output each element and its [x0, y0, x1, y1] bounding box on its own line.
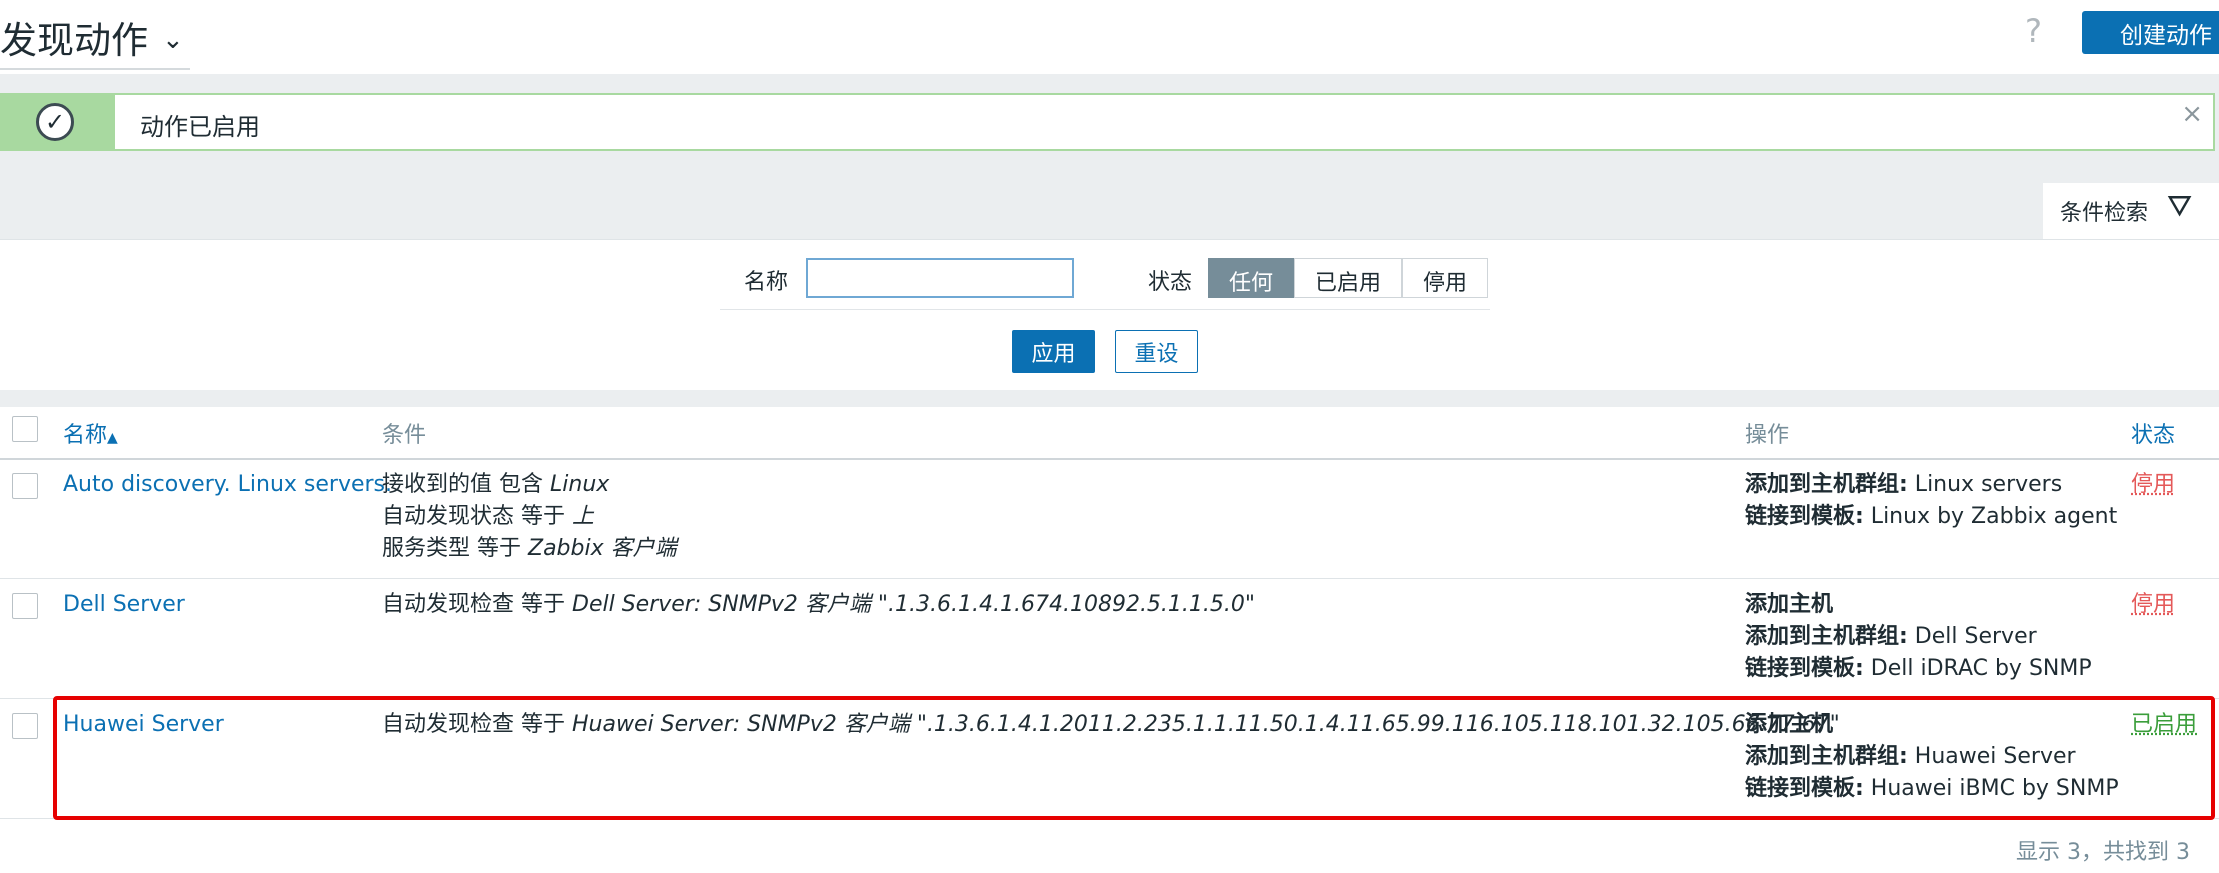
status-option-disabled[interactable]: 停用 — [1402, 258, 1489, 298]
action-name-link[interactable]: Auto discovery. Linux servers. — [63, 469, 392, 501]
status-toggle-disabled[interactable]: 停用 — [2131, 589, 2175, 621]
check-circle-icon: ✓ — [36, 103, 74, 141]
column-header-operations: 操作 — [1745, 423, 1790, 448]
operation-line: 链接到模板: Linux by Zabbix agent — [1745, 504, 2118, 529]
message-icon-area: ✓ — [2, 95, 115, 149]
filter-panel: 名称 状态 任何 已启用 停用 应用 重设 — [0, 239, 2219, 390]
row-checkbox[interactable] — [12, 593, 38, 619]
status-segmented-control: 任何 已启用 停用 — [1208, 258, 1489, 298]
apply-button[interactable]: 应用 — [1012, 330, 1095, 373]
column-header-name-label: 名称 — [63, 423, 108, 448]
status-option-enabled[interactable]: 已启用 — [1294, 258, 1403, 298]
page-title-dropdown[interactable]: 发现动作 ⌄ — [0, 10, 190, 70]
filter-icon: ⛛ — [2167, 189, 2193, 224]
reset-button[interactable]: 重设 — [1115, 330, 1198, 373]
row-checkbox[interactable] — [12, 713, 38, 739]
operations-cell: 添加到主机群组: Linux servers 链接到模板: Linux by Z… — [1745, 469, 2117, 533]
help-icon[interactable]: ? — [2025, 12, 2042, 50]
operations-cell: 添加主机 添加到主机群组: Dell Server 链接到模板: Dell iD… — [1745, 589, 2092, 685]
select-all-checkbox[interactable] — [12, 416, 38, 442]
page-header: 发现动作 ⌄ ? 创建动作 — [0, 0, 2219, 74]
status-filter-label: 状态 — [1148, 270, 1193, 295]
table-footer-count: 显示 3，共找到 3 — [2016, 840, 2190, 865]
operation-line: 添加到主机群组: Dell Server — [1745, 624, 2037, 649]
header-divider — [0, 458, 2219, 460]
actions-table: 名称▲ 条件 操作 状态 Auto discovery. Linux serve… — [0, 407, 2219, 873]
name-filter-input[interactable] — [806, 258, 1074, 298]
row-divider — [0, 578, 2219, 579]
conditions-cell: 接收到的值 包含 Linux 自动发现状态 等于 上 服务类型 等于 Zabbi… — [382, 469, 677, 565]
operation-line: 添加到主机群组: Linux servers — [1745, 472, 2063, 497]
sort-asc-icon: ▲ — [107, 430, 118, 446]
operation-line: 添加主机 — [1745, 592, 1834, 617]
action-name-link[interactable]: Dell Server — [63, 589, 185, 621]
status-toggle-disabled[interactable]: 停用 — [2131, 469, 2175, 501]
highlight-annotation-box — [53, 696, 2215, 820]
operation-line: 链接到模板: Dell iDRAC by SNMP — [1745, 656, 2092, 681]
condition-line: 服务类型 等于 Zabbix 客户端 — [382, 536, 677, 561]
filter-tab-label: 条件检索 — [2060, 201, 2149, 226]
filter-tab[interactable]: 条件检索 ⛛ — [2043, 183, 2219, 239]
name-filter-label: 名称 — [744, 270, 789, 295]
message-text: 动作已启用 — [140, 113, 260, 141]
close-icon[interactable]: × — [2181, 99, 2203, 129]
filter-divider — [720, 309, 1490, 310]
page-title-text: 发现动作 — [0, 19, 148, 62]
condition-line: 自动发现检查 等于 Dell Server: SNMPv2 客户端 ".1.3.… — [382, 592, 1256, 617]
column-header-conditions: 条件 — [382, 423, 427, 448]
conditions-cell: 自动发现检查 等于 Dell Server: SNMPv2 客户端 ".1.3.… — [382, 589, 1255, 621]
create-action-button[interactable]: 创建动作 — [2082, 11, 2219, 54]
row-checkbox[interactable] — [12, 473, 38, 499]
status-option-any[interactable]: 任何 — [1208, 258, 1295, 298]
chevron-down-icon: ⌄ — [162, 25, 184, 55]
condition-line: 自动发现状态 等于 上 — [382, 504, 595, 529]
condition-line: 接收到的值 包含 Linux — [382, 472, 610, 497]
column-header-name[interactable]: 名称▲ — [63, 417, 118, 449]
success-message: ✓ 动作已启用 × — [0, 93, 2215, 151]
column-header-status[interactable]: 状态 — [2131, 417, 2175, 449]
